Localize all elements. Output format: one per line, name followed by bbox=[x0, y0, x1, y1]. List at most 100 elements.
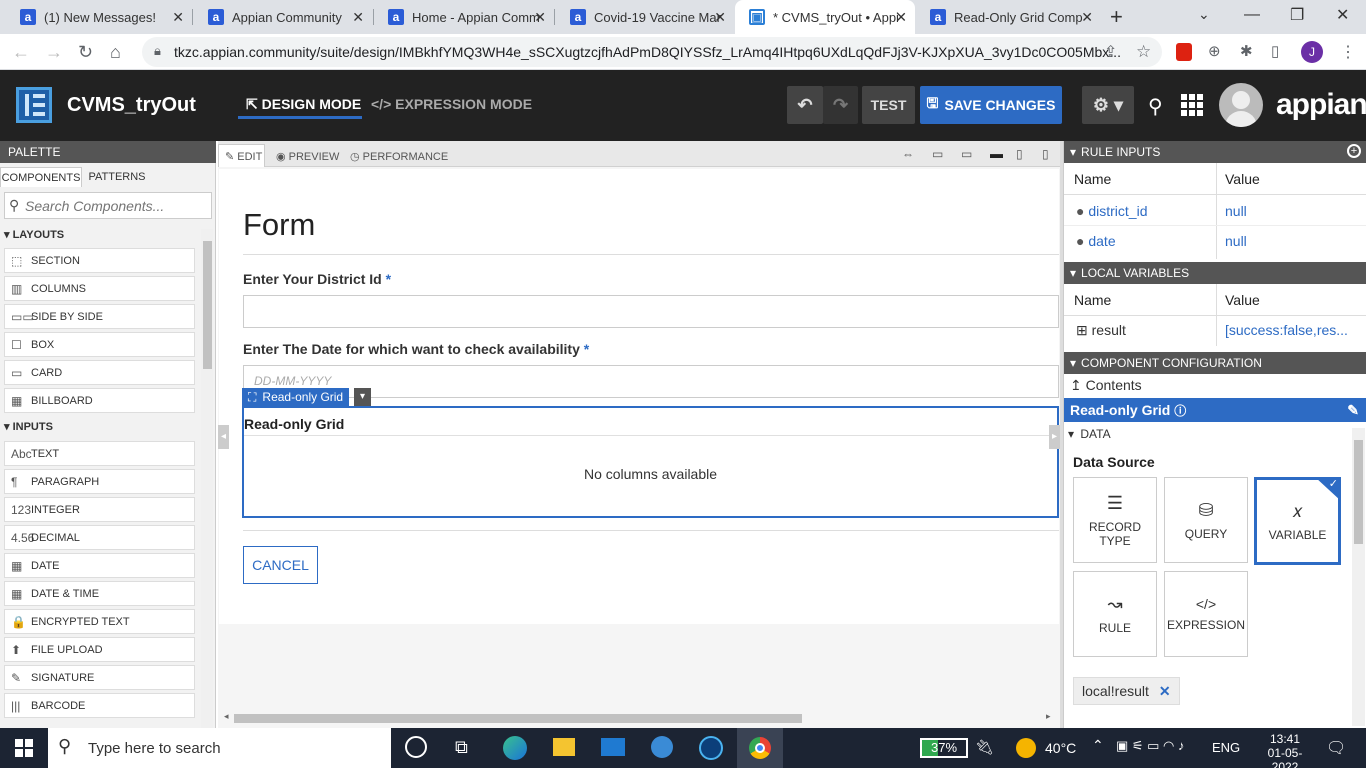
battery-indicator[interactable]: 37% bbox=[920, 738, 968, 758]
palette-item-columns[interactable]: ▥ COLUMNS bbox=[4, 276, 195, 301]
taskbar-search[interactable]: ⚲ Type here to search bbox=[48, 728, 391, 768]
laptop-icon[interactable]: ▬ bbox=[990, 146, 1003, 161]
selected-component-tag[interactable]: ⛶ Read-only Grid bbox=[242, 388, 350, 406]
close-window-icon[interactable]: ✕ bbox=[1336, 5, 1349, 25]
layouts-section-header[interactable]: ▾ LAYOUTS bbox=[4, 228, 64, 241]
rule-inputs-header[interactable]: ▾ RULE INPUTS + bbox=[1064, 141, 1366, 163]
undo-button[interactable]: ↶ bbox=[787, 86, 823, 124]
browser-tab[interactable]: a (1) New Messages! ✕ bbox=[6, 0, 192, 34]
forward-icon[interactable]: → bbox=[45, 42, 63, 63]
show-hidden-icons-icon[interactable]: ⌃ bbox=[1092, 737, 1104, 754]
cancel-button[interactable]: CANCEL bbox=[243, 546, 318, 584]
palette-item-box[interactable]: ☐ BOX bbox=[4, 332, 195, 357]
file-explorer-icon[interactable] bbox=[553, 738, 575, 756]
browser-tab-active[interactable]: ▣ * CVMS_tryOut • Appi ✕ bbox=[735, 0, 915, 34]
local-variable-row[interactable]: ⊞ result bbox=[1076, 322, 1126, 339]
palette-item-decimal[interactable]: 4.56 DECIMAL bbox=[4, 525, 195, 550]
chrome-taskbar-button[interactable] bbox=[737, 728, 783, 768]
component-configuration-header[interactable]: ▾ COMPONENT CONFIGURATION bbox=[1064, 352, 1366, 374]
canvas-horizontal-scrollbar[interactable]: ◂ ▸ bbox=[222, 711, 1056, 724]
palette-item-encrypted-text[interactable]: 🔒 ENCRYPTED TEXT bbox=[4, 609, 195, 634]
maximize-icon[interactable]: ❐ bbox=[1290, 5, 1304, 25]
palette-item-file-upload[interactable]: ⬆ FILE UPLOAD bbox=[4, 637, 195, 662]
tab-patterns[interactable]: PATTERNS bbox=[82, 167, 152, 187]
task-view-icon[interactable]: ⧉ bbox=[455, 737, 468, 758]
inputs-section-header[interactable]: ▾ INPUTS bbox=[4, 420, 53, 433]
edge-icon[interactable] bbox=[503, 736, 527, 760]
extension-icon[interactable]: ⊕ bbox=[1208, 42, 1221, 60]
remove-chip-icon[interactable]: ✕ bbox=[1159, 683, 1171, 699]
expression-mode-button[interactable]: </> EXPRESSION MODE bbox=[371, 96, 532, 112]
data-source-variable[interactable]: 𝑥 VARIABLE ✓ bbox=[1254, 477, 1341, 565]
home-icon[interactable]: ⌂ bbox=[110, 42, 121, 63]
webex-icon[interactable] bbox=[699, 736, 723, 760]
variable-chip[interactable]: local!result ✕ bbox=[1073, 677, 1180, 705]
local-variables-header[interactable]: ▾ LOCAL VARIABLES bbox=[1064, 262, 1366, 284]
data-source-expression[interactable]: </> EXPRESSION bbox=[1164, 571, 1248, 657]
component-menu-dropdown[interactable]: ▾ bbox=[354, 388, 371, 406]
tablet-icon[interactable]: ▯ bbox=[1016, 147, 1023, 161]
phone-icon[interactable]: ▯ bbox=[1042, 147, 1049, 161]
language-indicator[interactable]: ENG bbox=[1212, 740, 1240, 755]
cortana-icon[interactable] bbox=[405, 736, 427, 758]
palette-item-billboard[interactable]: ▦ BILLBOARD bbox=[4, 388, 195, 413]
district-id-input[interactable] bbox=[243, 295, 1059, 328]
rule-input-row[interactable]: ● date bbox=[1076, 233, 1116, 249]
browser-tab[interactable]: a Home - Appian Comm ✕ bbox=[374, 0, 554, 34]
palette-item-date[interactable]: ▦ DATE bbox=[4, 553, 195, 578]
settings-menu-button[interactable]: ⚙ ▾ bbox=[1082, 86, 1134, 124]
rule-input-value[interactable]: null bbox=[1225, 203, 1247, 219]
palette-item-date-time[interactable]: ▦ DATE & TIME bbox=[4, 581, 195, 606]
side-panel-icon[interactable]: ▯ bbox=[1271, 42, 1279, 60]
notifications-icon[interactable]: 🗨︎ bbox=[1326, 738, 1346, 758]
help-icon[interactable]: ⓘ bbox=[1174, 404, 1186, 418]
back-icon[interactable]: ← bbox=[12, 42, 30, 63]
local-variable-value[interactable]: [success:false,res... bbox=[1225, 322, 1348, 338]
collapse-palette-handle[interactable]: ◂ bbox=[218, 425, 229, 449]
collapse-config-handle[interactable]: ▸ bbox=[1049, 425, 1060, 449]
user-avatar[interactable] bbox=[1219, 83, 1263, 127]
data-section-header[interactable]: ▾ DATA bbox=[1068, 427, 1111, 441]
new-tab-button[interactable]: + bbox=[1110, 4, 1123, 30]
palette-scrollbar[interactable] bbox=[201, 229, 213, 729]
config-scrollbar[interactable] bbox=[1352, 428, 1365, 726]
palette-item-text[interactable]: Abc TEXT bbox=[4, 441, 195, 466]
reload-icon[interactable]: ↻ bbox=[78, 42, 93, 63]
bookmark-star-icon[interactable]: ☆ bbox=[1136, 42, 1151, 62]
save-changes-button[interactable]: 🖫︎ SAVE CHANGES bbox=[920, 86, 1062, 124]
fit-width-icon[interactable]: ⇔ bbox=[902, 147, 914, 161]
test-button[interactable]: TEST bbox=[862, 86, 915, 124]
temperature-text[interactable]: 40°C bbox=[1045, 740, 1076, 756]
browser-tab[interactable]: a Read-Only Grid Comp ✕ bbox=[916, 0, 1101, 34]
close-tab-icon[interactable]: ✕ bbox=[352, 9, 364, 26]
tab-components[interactable]: COMPONENTS bbox=[0, 167, 82, 187]
monitor-icon[interactable]: ▭ bbox=[932, 147, 943, 161]
palette-item-integer[interactable]: 123 INTEGER bbox=[4, 497, 195, 522]
close-tab-icon[interactable]: ✕ bbox=[895, 9, 907, 26]
profile-avatar[interactable]: J bbox=[1301, 41, 1323, 63]
browser-menu-icon[interactable]: ⋮ bbox=[1340, 42, 1356, 62]
edit-icon[interactable]: ✎ bbox=[1347, 402, 1359, 419]
url-bar[interactable]: 🔒︎ tkzc.appian.community/suite/design/IM… bbox=[142, 37, 1162, 67]
tab-performance[interactable]: ◷ PERFORMANCE bbox=[350, 150, 448, 163]
app-launcher-icon[interactable] bbox=[1181, 94, 1203, 116]
palette-item-section[interactable]: ⬚ SECTION bbox=[4, 248, 195, 273]
desktop-icon[interactable]: ▭ bbox=[961, 147, 972, 161]
tab-edit[interactable]: ✎ EDIT bbox=[218, 144, 265, 167]
data-source-rule[interactable]: ↝ RULE bbox=[1073, 571, 1157, 657]
rule-input-value[interactable]: null bbox=[1225, 233, 1247, 249]
weather-sun-icon[interactable] bbox=[1016, 738, 1036, 758]
tray-icons[interactable]: ▣ ⚟ ▭ ◠ ♪ bbox=[1116, 738, 1185, 754]
data-source-record-type[interactable]: ☰ RECORD TYPE bbox=[1073, 477, 1157, 563]
palette-item-paragraph[interactable]: ¶ PARAGRAPH bbox=[4, 469, 195, 494]
search-components-input[interactable] bbox=[25, 196, 205, 216]
close-tab-icon[interactable]: ✕ bbox=[534, 9, 546, 26]
share-icon[interactable]: ⇪ bbox=[1104, 42, 1117, 62]
palette-item-card[interactable]: ▭ CARD bbox=[4, 360, 195, 385]
close-tab-icon[interactable]: ✕ bbox=[1081, 9, 1093, 26]
palette-item-signature[interactable]: ✎ SIGNATURE bbox=[4, 665, 195, 690]
browser-tab[interactable]: a Covid-19 Vaccine Mar ✕ bbox=[556, 0, 734, 34]
search-objects-icon[interactable]: ⚲ bbox=[1148, 94, 1163, 119]
component-search[interactable]: ⚲ bbox=[4, 192, 212, 219]
minimize-icon[interactable]: — bbox=[1244, 6, 1260, 24]
